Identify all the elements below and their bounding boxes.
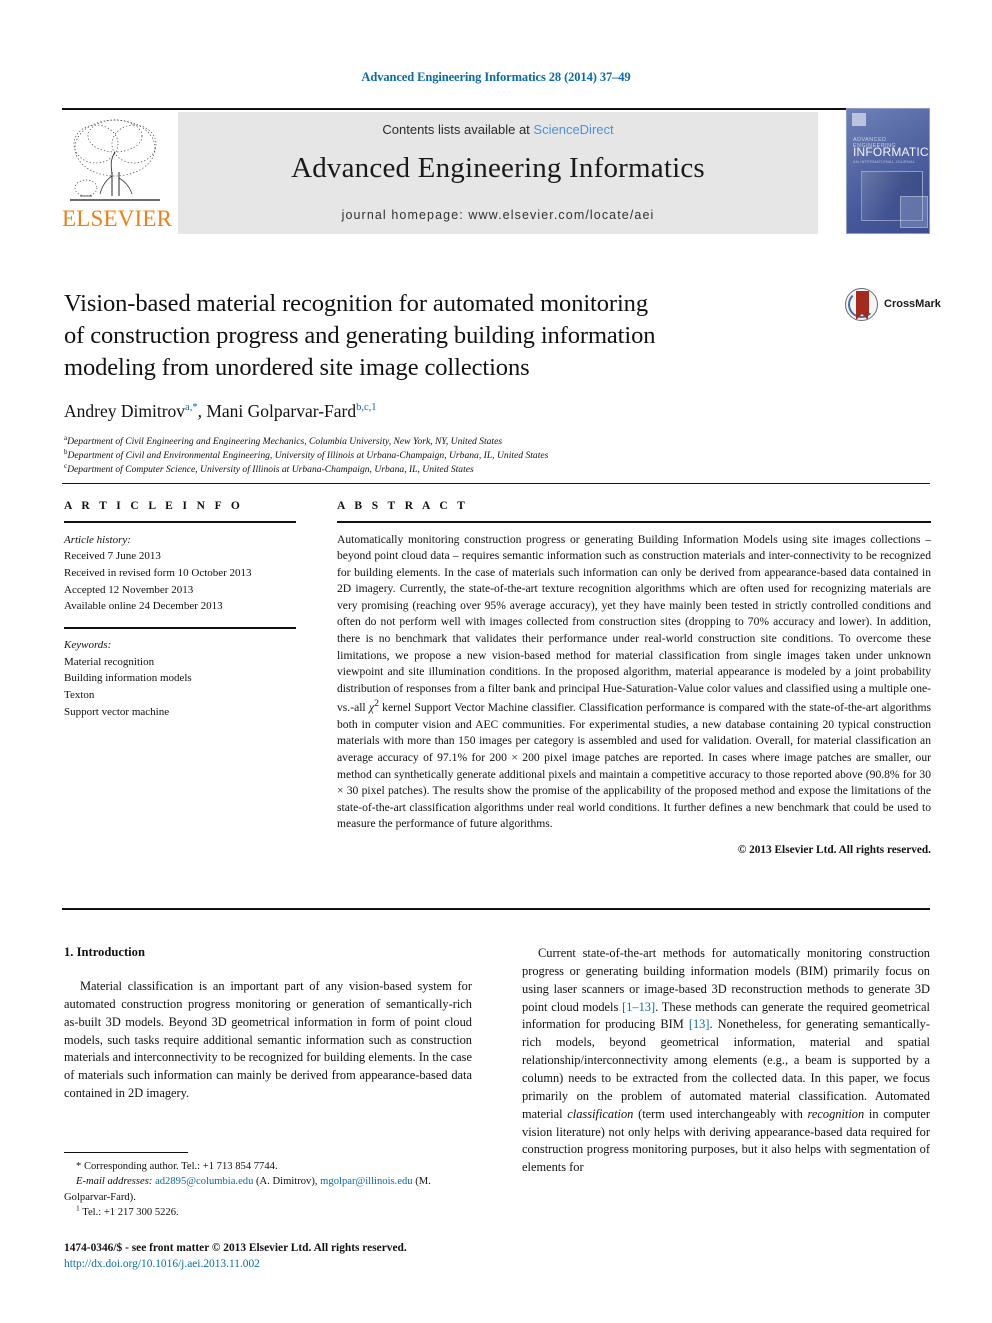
journal-homepage-link[interactable]: journal homepage: www.elsevier.com/locat…: [178, 208, 818, 222]
elsevier-tree-svg: [70, 119, 160, 201]
right-para-d: (term used interchangeably with: [633, 1106, 808, 1121]
issn-block: 1474-0346/$ - see front matter © 2013 El…: [64, 1240, 484, 1272]
elsevier-tree-icon: [66, 114, 164, 208]
article-info-heading: A R T I C L E I N F O: [64, 500, 244, 512]
abstract-rule: [337, 521, 931, 523]
title-line-1: Vision-based material recognition for au…: [64, 290, 648, 317]
title-line-3: modeling from unordered site image colle…: [64, 353, 530, 381]
keywords-rule: [64, 627, 296, 629]
contents-line: Contents lists available at ScienceDirec…: [178, 122, 818, 137]
body-column-right: Current state-of-the-art methods for aut…: [522, 945, 930, 1177]
author-1-name[interactable]: Andrey Dimitrov: [64, 401, 185, 421]
cover-title: INFORMATICS: [853, 145, 930, 159]
elsevier-wordmark: ELSEVIER: [62, 206, 173, 231]
term-classification: classification: [567, 1106, 634, 1121]
keywords-label: Keywords:: [64, 638, 112, 651]
footnote-telephone: 1 Tel.: +1 217 300 5226.: [64, 1205, 474, 1220]
journal-masthead: ELSEVIER Contents lists available at Sci…: [62, 108, 930, 234]
affiliation-list: aDepartment of Civil Engineering and Eng…: [64, 434, 764, 478]
email-link-dimitrov[interactable]: ad2895@columbia.edu: [155, 1176, 253, 1187]
citation-ref-13[interactable]: [13]: [689, 1017, 710, 1031]
keyword-item: Building information models: [64, 672, 192, 685]
article-history-revised: Received in revised form 10 October 2013: [64, 567, 252, 580]
email-addresses-label: E-mail addresses:: [76, 1176, 153, 1188]
footnote-telephone-text: Tel.: +1 217 300 5226.: [79, 1207, 179, 1219]
affiliation-b-text: Department of Civil and Environmental En…: [67, 449, 549, 461]
keyword-item: Support vector machine: [64, 705, 170, 718]
affiliation-c: cDepartment of Computer Science, Univers…: [64, 462, 764, 477]
affiliation-a: aDepartment of Civil Engineering and Eng…: [64, 434, 764, 449]
info-abstract-top-rule: [62, 483, 930, 484]
title-block: Vision-based material recognition for au…: [64, 288, 764, 477]
footnote-rule: [64, 1152, 188, 1153]
abstract-bottom-rule: [62, 908, 930, 911]
article-history-accepted: Accepted 12 November 2013: [64, 583, 194, 596]
author-2-name[interactable]: Mani Golparvar-Fard: [206, 401, 356, 421]
article-info-column: A R T I C L E I N F O Article history: R…: [64, 500, 296, 720]
footnote-block: * Corresponding author. Tel.: +1 713 854…: [64, 1159, 474, 1221]
abstract-part-1: Automatically monitoring construction pr…: [337, 532, 931, 715]
title-line-2: of construction progress and generating …: [64, 321, 656, 349]
journal-cover-thumbnail[interactable]: ADVANCED ENGINEERING INFORMATICS AN INTE…: [846, 108, 930, 234]
intro-paragraph-right: Current state-of-the-art methods for aut…: [522, 945, 930, 1177]
cover-elsevier-mark: [852, 113, 866, 126]
email-link-golparvar[interactable]: mgolpar@illinois.edu: [320, 1176, 412, 1187]
abstract-part-2: kernel Support Vector Machine classifier…: [337, 701, 932, 831]
crossmark-ribbon: [855, 291, 869, 320]
cover-artwork: [861, 171, 928, 228]
article-info-rule: [64, 521, 296, 523]
citation-ref-1-13[interactable]: [1–13]: [622, 1000, 655, 1014]
masthead-top-rule: [62, 108, 930, 111]
crossmark-icon: [845, 288, 878, 321]
contents-prefix: Contents lists available at: [382, 122, 530, 137]
author-list: Andrey Dimitrova,*, Mani Golparvar-Fardb…: [64, 401, 764, 422]
author-1-marks[interactable]: a,*: [185, 402, 198, 413]
masthead-center-band: Contents lists available at ScienceDirec…: [178, 112, 818, 234]
page-title: Vision-based material recognition for au…: [64, 288, 764, 384]
footnote-emails: E-mail addresses: ad2895@columbia.edu (A…: [64, 1174, 474, 1205]
email-1-owner: (A. Dimitrov),: [253, 1176, 321, 1188]
paper-page: Advanced Engineering Informatics 28 (201…: [0, 0, 992, 1323]
body-column-left: 1. Introduction Material classification …: [64, 945, 472, 1103]
affiliation-b: bDepartment of Civil and Environmental E…: [64, 448, 764, 463]
article-history-received: Received 7 June 2013: [64, 550, 161, 563]
term-recognition: recognition: [807, 1106, 865, 1121]
article-history-label: Article history:: [64, 533, 131, 546]
affiliation-c-text: Department of Computer Science, Universi…: [67, 463, 474, 475]
running-head[interactable]: Advanced Engineering Informatics 28 (201…: [0, 70, 992, 85]
abstract-text: Automatically monitoring construction pr…: [337, 532, 931, 833]
journal-title: Advanced Engineering Informatics: [291, 152, 705, 184]
abstract-heading: A B S T R A C T: [337, 500, 469, 512]
intro-paragraph-left: Material classification is an important …: [64, 979, 472, 1101]
sciencedirect-link[interactable]: ScienceDirect: [533, 122, 613, 137]
elsevier-logo: ELSEVIER: [62, 112, 173, 234]
affiliation-a-text: Department of Civil Engineering and Engi…: [67, 435, 503, 447]
crossmark-badge[interactable]: CrossMark: [845, 288, 941, 322]
crossmark-label: CrossMark: [884, 298, 941, 310]
author-2-marks[interactable]: b,c,1: [356, 402, 376, 413]
footnote-corresponding-author: * Corresponding author. Tel.: +1 713 854…: [76, 1161, 278, 1172]
article-history-online: Available online 24 December 2013: [64, 600, 223, 613]
keyword-item: Material recognition: [64, 655, 155, 668]
cover-subtitle: AN INTERNATIONAL JOURNAL: [853, 160, 916, 164]
abstract-copyright: © 2013 Elsevier Ltd. All rights reserved…: [737, 843, 931, 856]
right-para-c: . Nonetheless, for generating semantical…: [522, 1017, 930, 1121]
abstract-column: A B S T R A C T Automatically monitoring…: [337, 500, 931, 856]
issn-front-matter: 1474-0346/$ - see front matter © 2013 El…: [64, 1242, 407, 1254]
keyword-item: Texton: [64, 688, 95, 701]
doi-link[interactable]: http://dx.doi.org/10.1016/j.aei.2013.11.…: [64, 1256, 484, 1272]
section-heading-introduction: 1. Introduction: [64, 945, 145, 959]
